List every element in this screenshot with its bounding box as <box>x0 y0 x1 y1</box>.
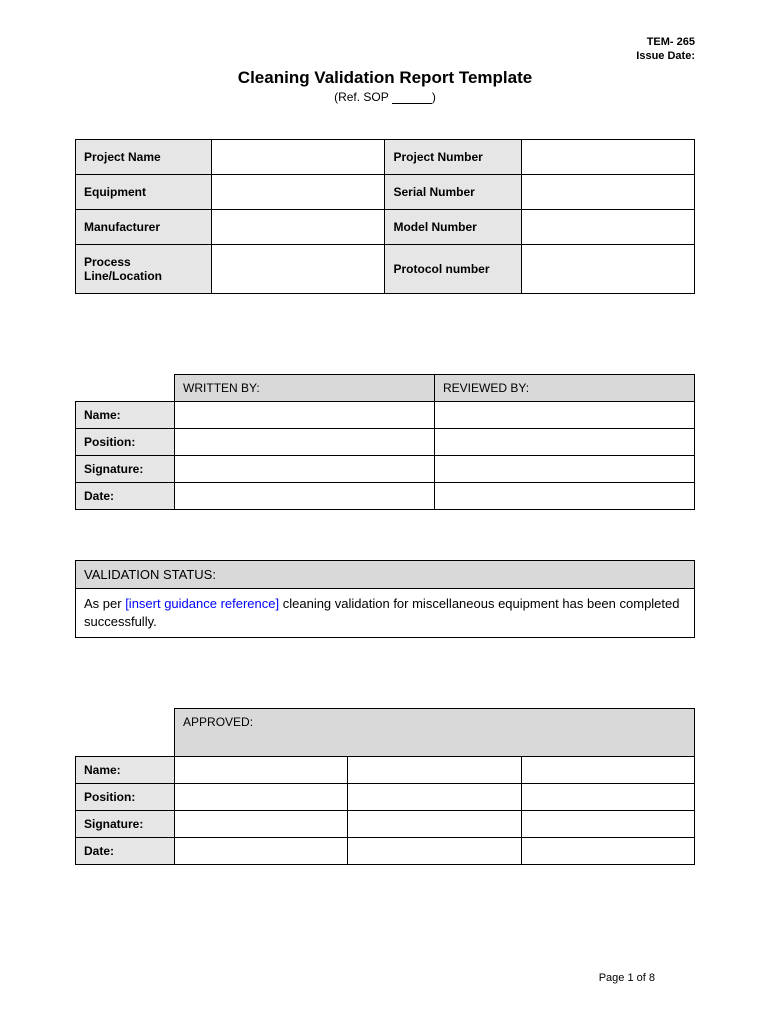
manufacturer-label: Manufacturer <box>76 209 212 244</box>
approve-date-2[interactable] <box>348 837 521 864</box>
serial-number-label: Serial Number <box>385 174 521 209</box>
name-label: Name: <box>76 756 175 783</box>
signature-label: Signature: <box>76 455 175 482</box>
page-title: Cleaning Validation Report Template <box>75 68 695 88</box>
table-row: Position: <box>76 783 695 810</box>
table-row: Manufacturer Model Number <box>76 209 695 244</box>
approve-signature-1[interactable] <box>175 810 348 837</box>
status-body-prefix: As per <box>84 596 125 611</box>
project-info-table: Project Name Project Number Equipment Se… <box>75 139 695 294</box>
approve-name-1[interactable] <box>175 756 348 783</box>
footer-total-pages: 8 <box>649 972 655 984</box>
written-signature-value[interactable] <box>175 455 435 482</box>
project-number-value[interactable] <box>521 139 694 174</box>
table-row: As per [insert guidance reference] clean… <box>76 588 695 637</box>
table-row: Date: <box>76 837 695 864</box>
approve-signature-3[interactable] <box>521 810 694 837</box>
status-insert-reference[interactable]: [insert guidance reference] <box>125 596 279 611</box>
approve-signature-2[interactable] <box>348 810 521 837</box>
project-name-value[interactable] <box>212 139 385 174</box>
sop-blank-line <box>392 103 432 104</box>
validation-status-body: As per [insert guidance reference] clean… <box>76 588 695 637</box>
model-number-value[interactable] <box>521 209 694 244</box>
subtitle-prefix: (Ref. SOP <box>334 90 392 104</box>
approved-header: APPROVED: <box>175 708 695 756</box>
validation-status-header: VALIDATION STATUS: <box>76 560 695 588</box>
validation-status-table: VALIDATION STATUS: As per [insert guidan… <box>75 560 695 638</box>
model-number-label: Model Number <box>385 209 521 244</box>
approval-table: APPROVED: Name: Position: Signature: Dat… <box>75 708 695 865</box>
name-label: Name: <box>76 401 175 428</box>
equipment-label: Equipment <box>76 174 212 209</box>
date-label: Date: <box>76 482 175 509</box>
table-row: Position: <box>76 428 695 455</box>
approve-position-2[interactable] <box>348 783 521 810</box>
approve-date-1[interactable] <box>175 837 348 864</box>
page-subtitle: (Ref. SOP ) <box>75 90 695 104</box>
written-date-value[interactable] <box>175 482 435 509</box>
reviewed-position-value[interactable] <box>435 428 695 455</box>
manufacturer-value[interactable] <box>212 209 385 244</box>
table-row: Signature: <box>76 455 695 482</box>
approve-name-3[interactable] <box>521 756 694 783</box>
footer-prefix: Page <box>599 972 628 984</box>
date-label: Date: <box>76 837 175 864</box>
table-row: WRITTEN BY: REVIEWED BY: <box>76 374 695 401</box>
position-label: Position: <box>76 783 175 810</box>
reviewed-by-header: REVIEWED BY: <box>435 374 695 401</box>
table-row: Name: <box>76 756 695 783</box>
table-row: VALIDATION STATUS: <box>76 560 695 588</box>
table-row: Equipment Serial Number <box>76 174 695 209</box>
table-row: Process Line/Location Protocol number <box>76 244 695 293</box>
protocol-number-label: Protocol number <box>385 244 521 293</box>
serial-number-value[interactable] <box>521 174 694 209</box>
reviewed-name-value[interactable] <box>435 401 695 428</box>
project-number-label: Project Number <box>385 139 521 174</box>
approve-date-3[interactable] <box>521 837 694 864</box>
approve-position-3[interactable] <box>521 783 694 810</box>
subtitle-suffix: ) <box>432 90 436 104</box>
process-line-value[interactable] <box>212 244 385 293</box>
process-line-label: Process Line/Location <box>76 244 212 293</box>
written-by-header: WRITTEN BY: <box>175 374 435 401</box>
table-row: Date: <box>76 482 695 509</box>
protocol-number-value[interactable] <box>521 244 694 293</box>
blank-corner <box>76 374 175 401</box>
reviewed-signature-value[interactable] <box>435 455 695 482</box>
document-header-right: TEM- 265 Issue Date: <box>75 35 695 64</box>
page-footer: Page 1 of 8 <box>599 972 655 984</box>
footer-of: of <box>634 972 649 984</box>
table-row: Name: <box>76 401 695 428</box>
issue-date-label: Issue Date: <box>75 49 695 63</box>
project-name-label: Project Name <box>76 139 212 174</box>
blank-corner <box>76 708 175 756</box>
tem-number: TEM- 265 <box>75 35 695 49</box>
reviewed-date-value[interactable] <box>435 482 695 509</box>
approve-name-2[interactable] <box>348 756 521 783</box>
signoff-table: WRITTEN BY: REVIEWED BY: Name: Position:… <box>75 374 695 510</box>
approve-position-1[interactable] <box>175 783 348 810</box>
written-name-value[interactable] <box>175 401 435 428</box>
table-row: Project Name Project Number <box>76 139 695 174</box>
table-row: Signature: <box>76 810 695 837</box>
written-position-value[interactable] <box>175 428 435 455</box>
position-label: Position: <box>76 428 175 455</box>
table-row: APPROVED: <box>76 708 695 756</box>
equipment-value[interactable] <box>212 174 385 209</box>
signature-label: Signature: <box>76 810 175 837</box>
